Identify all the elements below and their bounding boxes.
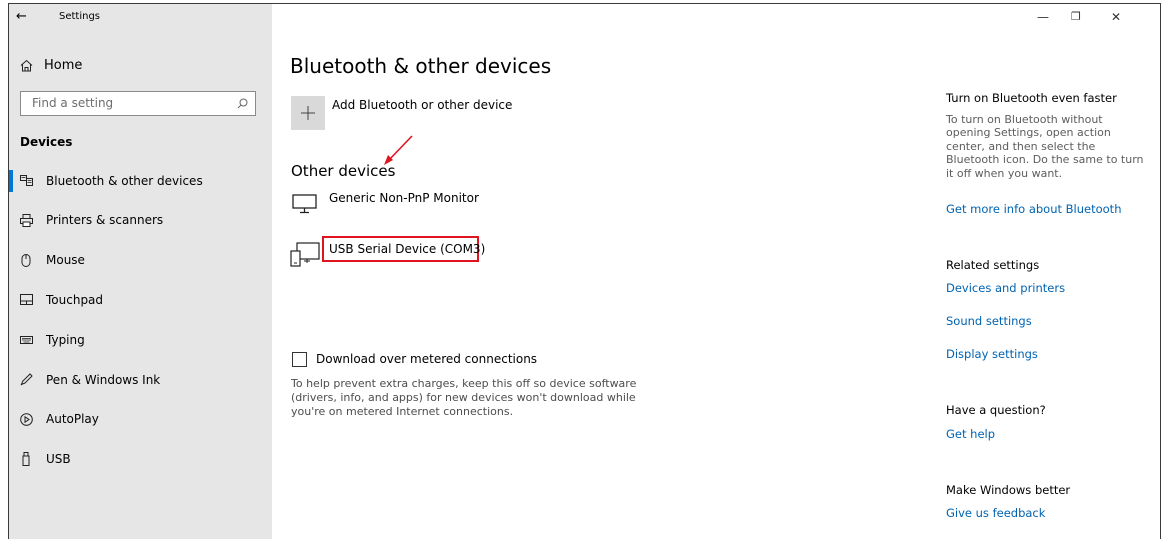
sidebar-item-touchpad[interactable]: Touchpad: [20, 293, 103, 307]
back-arrow-icon[interactable]: ←: [16, 9, 27, 24]
printer-icon: [20, 213, 33, 227]
page-title: Bluetooth & other devices: [290, 54, 552, 78]
sidebar-item-printers[interactable]: Printers & scanners: [20, 213, 163, 227]
mouse-icon: [21, 253, 31, 267]
sidebar-item-label: AutoPlay: [46, 412, 99, 426]
give-feedback-link[interactable]: Give us feedback: [946, 506, 1045, 520]
bt-faster-heading: Turn on Bluetooth even faster: [946, 91, 1117, 105]
sidebar-item-label: Pen & Windows Ink: [46, 373, 161, 387]
bt-more-info-link[interactable]: Get more info about Bluetooth: [946, 202, 1121, 216]
search-icon: [237, 98, 248, 109]
sidebar-home-label: Home: [44, 58, 83, 73]
annotation-arrow-icon: [384, 135, 413, 165]
add-device-label[interactable]: Add Bluetooth or other device: [332, 98, 512, 112]
maximize-icon[interactable]: ❐: [1071, 10, 1081, 23]
autoplay-icon: [20, 412, 33, 426]
bluetooth-devices-icon: [20, 175, 33, 186]
related-settings-heading: Related settings: [946, 258, 1040, 272]
sidebar-item-typing[interactable]: Typing: [20, 333, 85, 347]
plus-icon: [301, 106, 315, 120]
sidebar-item-label: Typing: [46, 333, 85, 347]
device-name: Generic Non-PnP Monitor: [329, 191, 479, 205]
close-icon[interactable]: ✕: [1111, 10, 1121, 24]
minimize-icon[interactable]: —: [1037, 10, 1049, 24]
sidebar-item-usb[interactable]: USB: [20, 452, 71, 466]
serial-device-icon: [290, 242, 320, 267]
sidebar-home[interactable]: Home: [20, 58, 82, 73]
display-settings-link[interactable]: Display settings: [946, 347, 1038, 361]
monitor-icon: [292, 194, 317, 214]
metered-label[interactable]: Download over metered connections: [316, 352, 537, 366]
sidebar-section-devices: Devices: [20, 135, 73, 149]
bt-faster-text: To turn on Bluetooth without opening Set…: [946, 113, 1144, 180]
sidebar-item-bluetooth[interactable]: Bluetooth & other devices: [20, 174, 203, 188]
sound-settings-link[interactable]: Sound settings: [946, 314, 1032, 328]
sidebar-item-label: USB: [46, 452, 71, 466]
sidebar-item-label: Printers & scanners: [46, 213, 164, 227]
touchpad-icon: [20, 294, 33, 305]
sidebar-item-autoplay[interactable]: AutoPlay: [20, 412, 99, 426]
metered-checkbox[interactable]: [292, 352, 307, 367]
make-windows-better-heading: Make Windows better: [946, 483, 1071, 497]
devices-and-printers-link[interactable]: Devices and printers: [946, 281, 1065, 295]
window-title: Settings: [59, 11, 101, 22]
sidebar-item-pen[interactable]: Pen & Windows Ink: [20, 373, 160, 387]
sidebar-item-mouse[interactable]: Mouse: [20, 253, 85, 267]
add-device-button[interactable]: [291, 96, 325, 130]
search-placeholder: Find a setting: [32, 96, 114, 110]
usb-icon: [22, 452, 30, 466]
device-name: USB Serial Device (COM3): [329, 242, 486, 256]
sidebar-item-label: Bluetooth & other devices: [46, 174, 203, 188]
sidebar-item-label: Touchpad: [46, 293, 104, 307]
selected-indicator: [9, 170, 13, 192]
get-help-link[interactable]: Get help: [946, 427, 995, 441]
keyboard-icon: [20, 336, 33, 344]
question-heading: Have a question?: [946, 403, 1046, 417]
pen-icon: [20, 373, 33, 386]
search-input[interactable]: Find a setting: [20, 91, 256, 116]
metered-help-text: To help prevent extra charges, keep this…: [291, 377, 637, 418]
home-icon: [20, 59, 33, 72]
sidebar-item-label: Mouse: [46, 253, 85, 267]
